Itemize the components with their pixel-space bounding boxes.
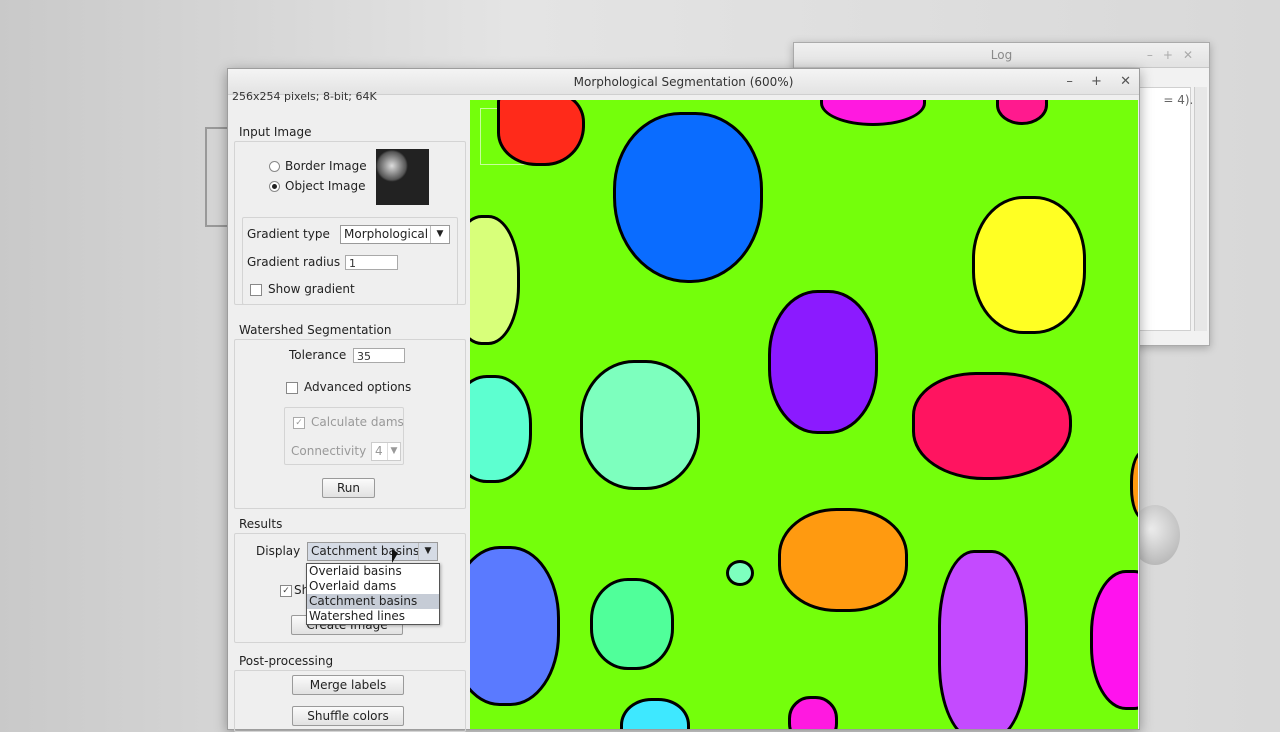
basin-orange [778,508,908,612]
tolerance-label: Tolerance [289,348,347,362]
basin-pink-bottom [788,696,838,729]
dropdown-option-watershed-lines[interactable]: Watershed lines [307,609,439,624]
basin-crimson [912,372,1072,480]
calculate-dams-label: Calculate dams [311,415,404,429]
basin-small [726,560,754,586]
log-title: Log [990,48,1013,62]
border-image-radio[interactable]: Border Image [269,159,367,173]
close-button[interactable]: ✕ [1120,74,1131,89]
basin-mint [580,360,700,490]
basin-magenta-right [1090,570,1138,710]
display-dropdown-list[interactable]: Overlaid basins Overlaid dams Catchment … [306,563,440,625]
checkmark-icon: ✓ [280,584,292,597]
basin-green [590,578,674,670]
maximize-button[interactable]: + [1091,74,1102,89]
basin-purple [768,290,878,434]
basin-blue [613,112,763,283]
basin-orange-right [1130,450,1138,520]
input-thumbnail [376,149,429,205]
advanced-options-checkbox[interactable]: Advanced options [286,380,411,394]
checkmark-icon: ✓ [293,416,305,429]
background-frame [205,127,227,227]
minimize-button[interactable]: – [1066,74,1073,89]
mouse-cursor-icon [392,549,398,563]
radio-selected-icon [269,181,280,192]
object-image-label: Object Image [285,179,366,193]
post-processing-title: Post-processing [239,654,334,668]
basin-violet [938,550,1028,729]
tolerance-input[interactable]: 35 [353,348,405,363]
advanced-options-label: Advanced options [304,380,412,394]
basin-magenta-top [820,100,926,126]
connectivity-label: Connectivity [291,444,367,458]
window-title: Morphological Segmentation (600%) [573,75,794,89]
image-info: 256x254 pixels; 8-bit; 64K [232,90,377,103]
display-select[interactable]: Catchment basins ▼ [307,542,438,561]
log-titlebar[interactable]: Log –+✕ [794,43,1209,68]
basin-yellow [972,196,1086,334]
display-value: Catchment basins [311,544,420,558]
shuffle-colors-button[interactable]: Shuffle colors [292,706,404,726]
dropdown-option-overlaid-basins[interactable]: Overlaid basins [307,564,439,579]
gradient-type-label: Gradient type [247,227,330,241]
segmentation-image-canvas[interactable] [470,100,1138,729]
gradient-radius-label: Gradient radius [247,255,341,269]
gradient-type-value: Morphological [344,227,429,241]
basin-cyan-left [470,375,532,483]
checkbox-icon [250,283,262,296]
gradient-radius-input[interactable]: 1 [345,255,398,270]
results-title: Results [239,517,283,531]
chevron-down-icon: ▼ [387,443,400,460]
radio-icon [269,161,280,172]
basin-periwinkle [470,546,560,706]
gradient-type-select[interactable]: Morphological ▼ [340,225,450,244]
basin-pink-top [996,100,1048,125]
basin-red [497,100,585,166]
basin-light-green [470,215,520,345]
chevron-down-icon: ▼ [418,543,437,560]
log-scrollbar[interactable] [1194,87,1207,331]
main-window[interactable]: Morphological Segmentation (600%) – + ✕ … [227,68,1140,732]
watershed-title: Watershed Segmentation [239,323,392,337]
checkbox-icon [286,381,298,394]
dropdown-option-overlaid-dams[interactable]: Overlaid dams [307,579,439,594]
show-overlay-checkbox[interactable]: ✓ Sh [280,583,309,597]
merge-labels-button[interactable]: Merge labels [292,675,404,695]
show-gradient-label: Show gradient [268,282,355,296]
connectivity-select[interactable]: 4 ▼ [371,442,401,461]
basin-cyan-bottom [620,698,690,729]
dropdown-option-catchment-basins[interactable]: Catchment basins [307,594,439,609]
display-label: Display [256,544,301,558]
chevron-down-icon: ▼ [430,226,449,243]
connectivity-value: 4 [375,444,383,458]
run-button[interactable]: Run [322,478,375,498]
show-gradient-checkbox[interactable]: Show gradient [250,282,355,296]
input-image-title: Input Image [239,125,312,139]
border-image-label: Border Image [285,159,367,173]
log-window-controls[interactable]: –+✕ [1147,43,1203,67]
calculate-dams-checkbox[interactable]: ✓ Calculate dams [293,415,404,429]
object-image-radio[interactable]: Object Image [269,179,365,193]
